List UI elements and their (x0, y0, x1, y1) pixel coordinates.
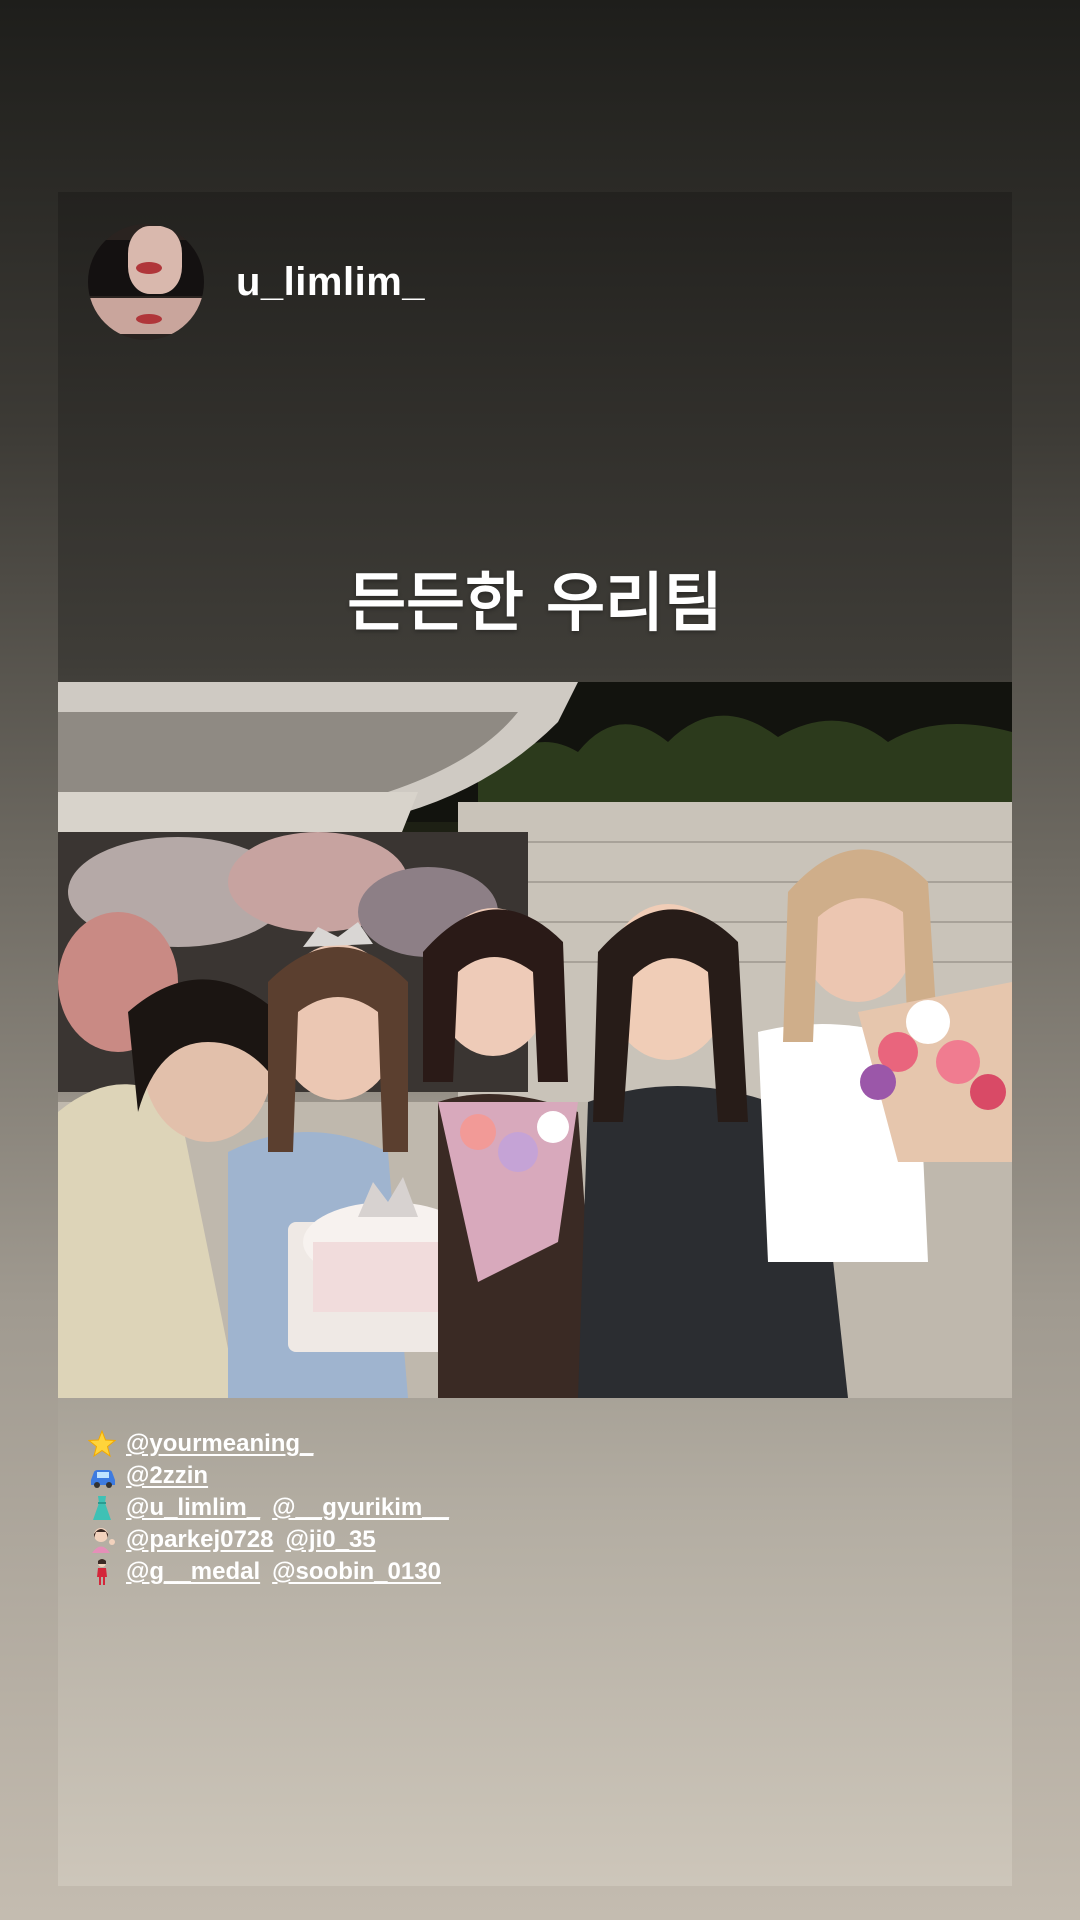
tag-list: @yourmeaning_ @2zzin @u_limlim_ @__gyuri… (87, 1428, 461, 1588)
tag-handle-parkej0728[interactable]: @parkej0728 (126, 1526, 274, 1554)
tag-handle-gyurikim[interactable]: @__gyurikim__ (272, 1494, 449, 1522)
tag-line-1: @yourmeaning_ (87, 1428, 461, 1460)
profile-avatar[interactable] (88, 224, 204, 340)
story-header: u_limlim_ (88, 222, 425, 342)
tag-handle-g-medal[interactable]: @g__medal (126, 1558, 260, 1586)
tag-handle-ji0-35[interactable]: @ji0_35 (286, 1526, 376, 1554)
tag-handle-2zzin[interactable]: @2zzin (126, 1462, 208, 1490)
tag-line-3: @u_limlim_ @__gyurikim__ (88, 1492, 461, 1524)
tag-handle-yourmeaning[interactable]: @yourmeaning_ (126, 1430, 313, 1458)
tag-handle-soobin-0130[interactable]: @soobin_0130 (272, 1558, 441, 1586)
tag-handle-u-limlim[interactable]: @u_limlim_ (126, 1494, 260, 1522)
tag-line-2: @2zzin (88, 1460, 461, 1492)
woman-standing-icon (88, 1558, 118, 1586)
dress-icon (88, 1494, 118, 1522)
car-icon (88, 1462, 118, 1490)
story-caption: 든든한 우리팀 (347, 567, 723, 641)
username[interactable]: u_limlim_ (236, 260, 425, 305)
story-card: u_limlim_ 든든한 우리팀 @yourmeaning_ @2zzin @… (58, 192, 1012, 1886)
group-photo (58, 682, 1012, 1398)
group-photo-image (58, 682, 1012, 1398)
tag-line-4: @parkej0728 @ji0_35 (88, 1524, 461, 1556)
tag-line-5: @g__medal @soobin_0130 (88, 1556, 461, 1588)
star-icon (87, 1429, 118, 1458)
woman-tipping-hand-icon (88, 1526, 118, 1554)
